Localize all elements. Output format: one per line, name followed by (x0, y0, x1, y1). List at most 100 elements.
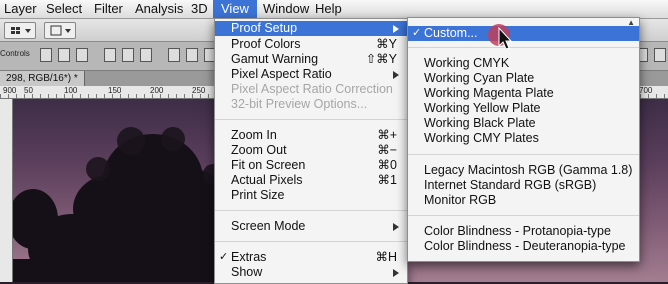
menu-3d[interactable]: 3D (183, 0, 216, 18)
ruler-number: 900 (3, 86, 17, 95)
menu-item-label: Working Magenta Plate (424, 86, 554, 100)
arrange-icon (50, 25, 71, 36)
submenu-item-working-black-plate[interactable]: Working Black Plate (408, 116, 639, 131)
align-middle-icon[interactable] (58, 48, 70, 62)
menu-item-label: Proof Colors (231, 37, 301, 51)
menu-view[interactable]: View (213, 0, 257, 18)
3d-pan-icon[interactable] (654, 48, 666, 62)
menu-item-fit-on-screen[interactable]: Fit on Screen ⌘0 (215, 158, 407, 173)
menu-separator (408, 154, 639, 155)
menu-item-gamut-warning[interactable]: Gamut Warning ⇧⌘Y (215, 52, 407, 67)
submenu-item-custom[interactable]: ✓ Custom... (408, 26, 639, 41)
menu-item-print-size[interactable]: Print Size (215, 188, 407, 203)
align-right-icon[interactable] (140, 48, 152, 62)
menu-item-pixel-aspect-ratio[interactable]: Pixel Aspect Ratio (215, 67, 407, 82)
menu-item-label: Gamut Warning (231, 52, 319, 66)
menu-item-label: Zoom In (231, 128, 277, 142)
menu-item-proof-setup[interactable]: Proof Setup (215, 21, 407, 36)
menu-item-label: Pixel Aspect Ratio Correction (231, 82, 393, 96)
submenu-item-legacy-mac-rgb[interactable]: Legacy Macintosh RGB (Gamma 1.8) (408, 163, 639, 178)
menu-select[interactable]: Select (38, 0, 90, 18)
submenu-item-protanopia[interactable]: Color Blindness - Protanopia-type (408, 224, 639, 239)
menu-item-label: Internet Standard RGB (sRGB) (424, 178, 597, 192)
menu-item-screen-mode[interactable]: Screen Mode (215, 219, 407, 234)
menu-separator (215, 241, 407, 242)
submenu-item-working-cyan-plate[interactable]: Working Cyan Plate (408, 71, 639, 86)
menu-item-label: Print Size (231, 188, 285, 202)
menu-item-label: Working CMYK (424, 56, 510, 70)
menu-item-label: Custom... (424, 26, 478, 40)
vertical-ruler (0, 99, 13, 282)
submenu-item-working-magenta-plate[interactable]: Working Magenta Plate (408, 86, 639, 101)
menu-item-label: Actual Pixels (231, 173, 303, 187)
shortcut: ⌘1 (377, 173, 397, 187)
shortcut: ⇧⌘Y (365, 52, 397, 66)
menu-item-label: Pixel Aspect Ratio (231, 67, 332, 81)
distribute-top-icon[interactable] (168, 48, 180, 62)
shortcut: ⌘Y (376, 37, 397, 51)
menu-item-label: 32-bit Preview Options... (231, 97, 368, 111)
menu-item-label: Legacy Macintosh RGB (Gamma 1.8) (424, 163, 633, 177)
menu-separator (215, 210, 407, 211)
menu-item-actual-pixels[interactable]: Actual Pixels ⌘1 (215, 173, 407, 188)
ruler-number: 50 (24, 86, 33, 95)
menu-separator (408, 47, 639, 48)
ruler-number: 700 (639, 86, 653, 95)
ruler-number: 100 (64, 86, 78, 95)
arrange-dropdown[interactable] (44, 22, 76, 39)
submenu-arrow-icon (393, 269, 399, 277)
menu-item-label: Proof Setup (231, 21, 298, 35)
submenu-item-deuteranopia[interactable]: Color Blindness - Deuteranopia-type (408, 239, 639, 254)
menu-item-label: Working CMY Plates (424, 131, 539, 145)
workspace-dropdown[interactable] (4, 22, 36, 39)
checkmark-icon: ✓ (219, 251, 229, 263)
menu-filter[interactable]: Filter (86, 0, 131, 18)
controls-label: Controls (0, 49, 30, 58)
document-tab[interactable]: 298, RGB/16*) * (0, 71, 85, 86)
menu-item-label: Fit on Screen (231, 158, 306, 172)
menu-analysis[interactable]: Analysis (127, 0, 191, 18)
menu-item-label: Extras (231, 250, 267, 264)
align-top-icon[interactable] (40, 48, 52, 62)
submenu-arrow-icon (393, 71, 399, 79)
menu-item-show[interactable]: Show (215, 265, 407, 280)
menu-item-label: Working Black Plate (424, 116, 536, 130)
shortcut: ⌘− (377, 143, 397, 157)
submenu-item-srgb[interactable]: Internet Standard RGB (sRGB) (408, 178, 639, 193)
menu-item-label: Working Cyan Plate (424, 71, 535, 85)
submenu-arrow-icon (393, 223, 399, 231)
align-bottom-icon[interactable] (76, 48, 88, 62)
menu-help[interactable]: Help (307, 0, 350, 18)
menu-item-32bit-preview: 32-bit Preview Options... (215, 97, 407, 112)
grid-icon (11, 27, 31, 34)
menu-item-extras[interactable]: ✓ Extras ⌘H (215, 250, 407, 265)
align-center-icon[interactable] (122, 48, 134, 62)
menu-item-label: Color Blindness - Protanopia-type (424, 224, 611, 238)
menu-separator (408, 215, 639, 216)
mouse-pointer-icon (488, 24, 513, 50)
menu-item-label: Zoom Out (231, 143, 287, 157)
ruler-number: 150 (108, 86, 122, 95)
submenu-item-working-cmyk[interactable]: Working CMYK (408, 56, 639, 71)
menu-item-pixel-aspect-ratio-correction: Pixel Aspect Ratio Correction (215, 82, 407, 97)
shortcut: ⌘0 (377, 158, 397, 172)
ruler-number: 200 (150, 86, 164, 95)
shortcut: ⌘H (375, 250, 397, 264)
distribute-center-icon[interactable] (186, 48, 198, 62)
menu-item-label: Color Blindness - Deuteranopia-type (424, 239, 626, 253)
menu-item-zoom-in[interactable]: Zoom In ⌘+ (215, 128, 407, 143)
ruler-number: 250 (192, 86, 206, 95)
submenu-item-working-yellow-plate[interactable]: Working Yellow Plate (408, 101, 639, 116)
menu-item-proof-colors[interactable]: Proof Colors ⌘Y (215, 37, 407, 52)
proof-setup-submenu: ▲ ✓ Custom... Working CMYK Working Cyan … (407, 17, 640, 262)
align-left-icon[interactable] (104, 48, 116, 62)
menu-item-label: Working Yellow Plate (424, 101, 541, 115)
menu-item-label: Screen Mode (231, 219, 306, 233)
submenu-item-working-cmy-plates[interactable]: Working CMY Plates (408, 131, 639, 146)
menu-item-label: Show (231, 265, 263, 279)
menu-item-zoom-out[interactable]: Zoom Out ⌘− (215, 143, 407, 158)
menu-separator (215, 119, 407, 120)
checkmark-icon: ✓ (412, 27, 422, 39)
menu-item-label: Monitor RGB (424, 193, 497, 207)
submenu-item-monitor-rgb[interactable]: Monitor RGB (408, 193, 639, 208)
